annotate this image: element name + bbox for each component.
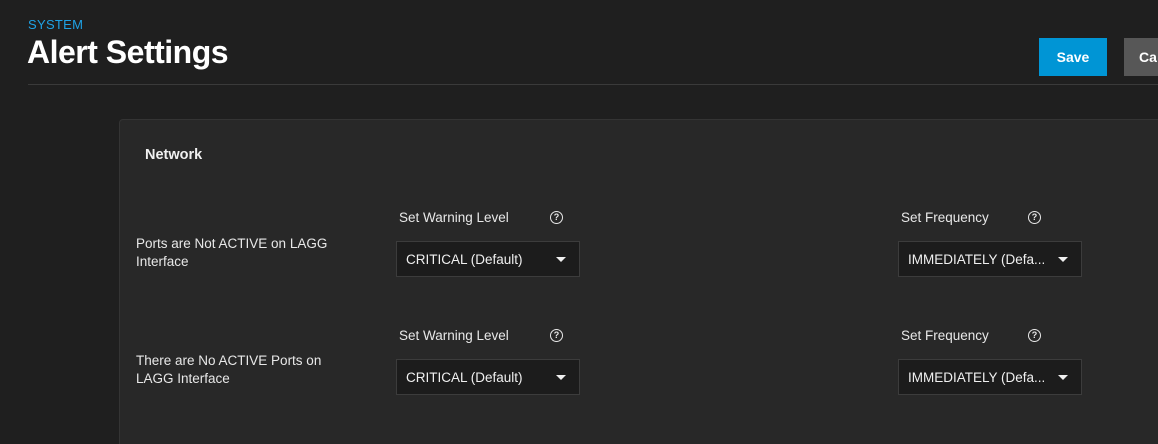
alert-row: There are No ACTIVE Ports on LAGG Interf… <box>120 326 1158 416</box>
chevron-down-icon <box>1058 257 1068 262</box>
alert-name: Ports are Not ACTIVE on LAGG Interface <box>136 236 328 269</box>
help-icon[interactable]: ? <box>550 211 563 224</box>
network-alerts-card: Network Ports are Not ACTIVE on LAGG Int… <box>119 119 1158 444</box>
warning-level-label: Set Warning Level <box>399 210 509 225</box>
chevron-down-icon <box>1058 375 1068 380</box>
save-button[interactable]: Save <box>1039 38 1107 76</box>
chevron-down-icon <box>556 375 566 380</box>
warning-level-select[interactable]: CRITICAL (Default) <box>396 359 580 395</box>
frequency-value: IMMEDIATELY (Defa... <box>908 370 1046 385</box>
cancel-button[interactable]: Ca <box>1124 38 1158 76</box>
alert-settings-page: SYSTEM Alert Settings Save Ca Network Po… <box>0 0 1158 444</box>
frequency-label: Set Frequency <box>901 210 989 225</box>
warning-level-value: CRITICAL (Default) <box>406 252 523 267</box>
section-title: Network <box>145 147 203 163</box>
frequency-select[interactable]: IMMEDIATELY (Defa... <box>898 359 1082 395</box>
warning-level-select[interactable]: CRITICAL (Default) <box>396 241 580 277</box>
warning-level-value: CRITICAL (Default) <box>406 370 523 385</box>
breadcrumb[interactable]: SYSTEM <box>28 17 83 32</box>
chevron-down-icon <box>556 257 566 262</box>
page-header: SYSTEM Alert Settings Save Ca <box>0 0 1158 86</box>
alert-name: There are No ACTIVE Ports on LAGG Interf… <box>136 353 322 386</box>
frequency-label: Set Frequency <box>901 328 989 343</box>
help-icon[interactable]: ? <box>550 329 563 342</box>
header-divider <box>28 84 1158 85</box>
alert-row: Ports are Not ACTIVE on LAGG Interface S… <box>120 208 1158 298</box>
help-icon[interactable]: ? <box>1028 329 1041 342</box>
frequency-select[interactable]: IMMEDIATELY (Defa... <box>898 241 1082 277</box>
frequency-value: IMMEDIATELY (Defa... <box>908 252 1046 267</box>
help-icon[interactable]: ? <box>1028 211 1041 224</box>
warning-level-label: Set Warning Level <box>399 328 509 343</box>
page-title: Alert Settings <box>27 34 229 70</box>
